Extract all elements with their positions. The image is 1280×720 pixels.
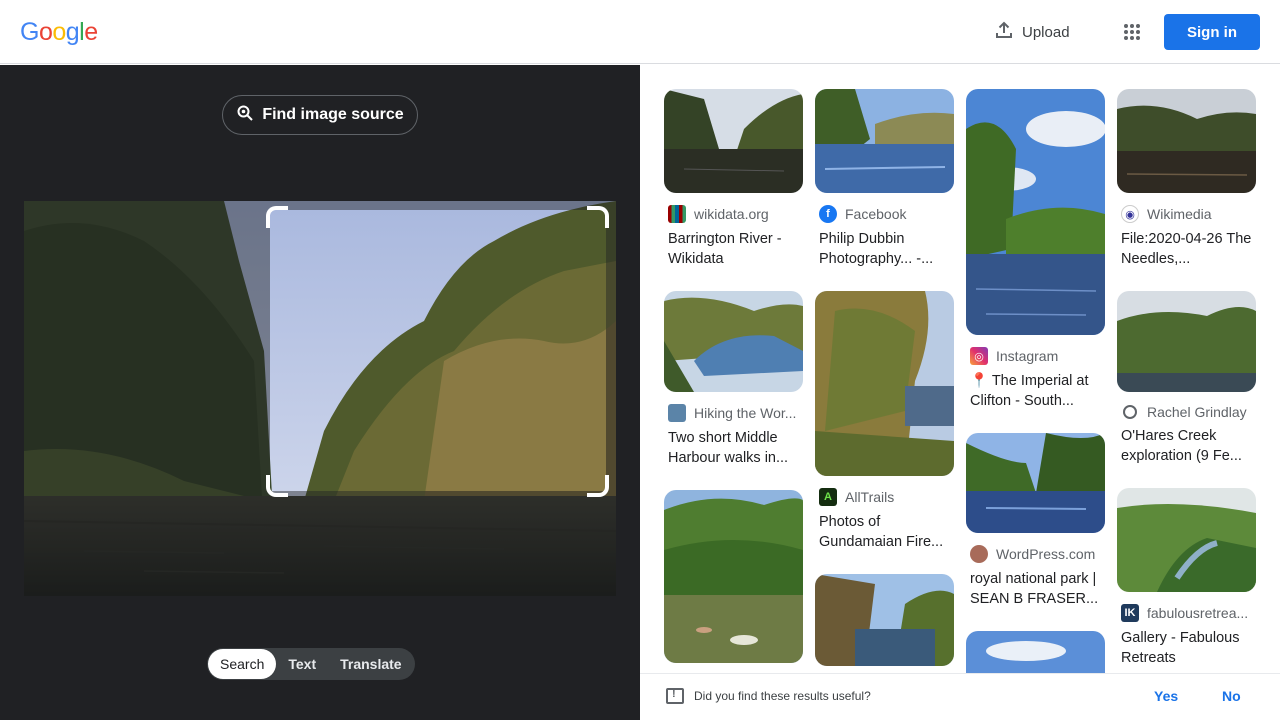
result-title: Barrington River - Wikidata	[668, 231, 782, 267]
result-title: Two short Middle Harbour walks in...	[668, 430, 789, 466]
feedback-icon	[666, 688, 684, 704]
result-thumbnail	[1117, 89, 1256, 193]
result-thumbnail	[966, 433, 1105, 533]
result-card[interactable]: ◉ Wikimedia File:2020-04-26 The Needles,…	[1117, 89, 1256, 269]
top-bar: Google Upload Sign in	[0, 0, 1280, 64]
tab-translate[interactable]: Translate	[328, 649, 413, 679]
result-source-label: Wikimedia	[1147, 206, 1212, 222]
crop-handle-top-right[interactable]	[587, 206, 609, 228]
feedback-question: Did you find these results useful?	[694, 689, 871, 703]
result-source-label: Instagram	[996, 348, 1059, 364]
lens-mode-tabs: Search Text Translate	[207, 648, 415, 680]
result-title: royal national park | SEAN B FRASER...	[970, 571, 1099, 607]
tab-text[interactable]: Text	[276, 649, 328, 679]
results-column-4: ◉ Wikimedia File:2020-04-26 The Needles,…	[1117, 89, 1256, 673]
result-source: f Facebook	[815, 205, 954, 223]
result-title: Philip Dubbin Photography... -...	[819, 231, 934, 267]
crop-handle-bottom-right[interactable]	[587, 475, 609, 497]
globe-icon	[1123, 405, 1137, 419]
result-card[interactable]: wikidata.org Barrington River - Wikidata	[664, 89, 803, 269]
result-card[interactable]	[664, 490, 803, 663]
feedback-yes-button[interactable]: Yes	[1154, 688, 1178, 704]
lens-search-icon	[236, 104, 254, 127]
result-thumbnail	[966, 631, 1105, 673]
logo-letter: G	[20, 18, 39, 46]
result-source: ◎ Instagram	[966, 347, 1105, 365]
result-source: Rachel Grindlay	[1117, 404, 1256, 420]
google-logo[interactable]: Google	[20, 18, 98, 46]
crop-handle-top-left[interactable]	[266, 206, 288, 228]
result-source: Hiking the Wor...	[664, 404, 803, 422]
result-source: IK fabulousretrea...	[1117, 604, 1256, 622]
result-title: Photos of Gundamaian Fire...	[819, 514, 944, 550]
result-card[interactable]	[815, 574, 954, 666]
result-source-label: fabulousretrea...	[1147, 605, 1249, 621]
wikidata-icon	[668, 205, 686, 223]
sign-in-button[interactable]: Sign in	[1164, 14, 1260, 50]
result-title: Gallery - Fabulous Retreats	[1121, 630, 1240, 666]
result-card[interactable]: IK fabulousretrea... Gallery - Fabulous …	[1117, 488, 1256, 668]
result-title: File:2020-04-26 The Needles,...	[1121, 231, 1252, 267]
result-card[interactable]: WordPress.com royal national park | SEAN…	[966, 433, 1105, 609]
fabulous-retreats-icon: IK	[1121, 604, 1139, 622]
upload-label: Upload	[1022, 23, 1070, 41]
logo-letter: e	[84, 18, 98, 46]
upload-button[interactable]: Upload	[984, 14, 1080, 50]
selection-area[interactable]	[270, 210, 606, 491]
results-column-2: f Facebook Philip Dubbin Photography... …	[815, 89, 954, 673]
upload-icon	[994, 20, 1014, 44]
find-image-source-button[interactable]: Find image source	[222, 95, 418, 135]
result-thumbnail	[815, 574, 954, 666]
hiking-site-icon	[668, 404, 686, 422]
result-source-label: wikidata.org	[694, 206, 769, 222]
visual-matches-grid: wikidata.org Barrington River - Wikidata…	[640, 65, 1280, 673]
crop-handle-bottom-left[interactable]	[266, 475, 288, 497]
result-thumbnail	[815, 89, 954, 193]
result-thumbnail	[815, 291, 954, 476]
lens-image-panel: Find image source Search Text Translate	[0, 65, 640, 720]
result-card[interactable]: f Facebook Philip Dubbin Photography... …	[815, 89, 954, 269]
logo-letter: o	[38, 18, 53, 46]
alltrails-icon: A	[819, 488, 837, 506]
results-column-3: ◎ Instagram 📍 The Imperial at Clifton - …	[966, 89, 1105, 673]
result-source-label: Facebook	[845, 206, 907, 222]
result-title: 📍 The Imperial at Clifton - South...	[970, 373, 1089, 409]
wordpress-icon	[970, 545, 988, 563]
tab-search[interactable]: Search	[208, 649, 277, 679]
result-source: WordPress.com	[966, 545, 1105, 563]
facebook-icon: f	[819, 205, 837, 223]
result-thumbnail	[1117, 488, 1256, 592]
logo-letter: g	[65, 18, 80, 46]
result-thumbnail	[664, 490, 803, 663]
result-source-label: WordPress.com	[996, 546, 1096, 562]
result-card[interactable]: Hiking the Wor... Two short Middle Harbo…	[664, 291, 803, 468]
result-thumbnail	[664, 89, 803, 193]
result-thumbnail	[1117, 291, 1256, 392]
result-thumbnail	[664, 291, 803, 392]
result-source-label: Hiking the Wor...	[694, 405, 797, 421]
logo-letter: o	[52, 18, 66, 46]
result-title: O'Hares Creek exploration (9 Fe...	[1121, 428, 1242, 464]
feedback-no-button[interactable]: No	[1222, 688, 1241, 704]
result-source: A AllTrails	[815, 488, 954, 506]
result-card[interactable]: ◎ Instagram 📍 The Imperial at Clifton - …	[966, 89, 1105, 411]
result-card[interactable]: Rachel Grindlay O'Hares Creek exploratio…	[1117, 291, 1256, 466]
find-image-source-label: Find image source	[262, 106, 404, 123]
result-card[interactable]: A AllTrails Photos of Gundamaian Fire...	[815, 291, 954, 552]
result-thumbnail	[966, 89, 1105, 335]
result-source: wikidata.org	[664, 205, 803, 223]
result-source: ◉ Wikimedia	[1117, 205, 1256, 223]
result-source-label: AllTrails	[845, 489, 895, 505]
results-column-1: wikidata.org Barrington River - Wikidata…	[664, 89, 803, 673]
apps-grid-icon[interactable]	[1116, 16, 1148, 48]
feedback-bar: Did you find these results useful? Yes N…	[640, 673, 1280, 720]
instagram-icon: ◎	[970, 347, 988, 365]
result-source-label: Rachel Grindlay	[1147, 404, 1247, 420]
result-card[interactable]	[966, 631, 1105, 673]
uploaded-image	[24, 201, 616, 596]
wikimedia-icon: ◉	[1121, 205, 1139, 223]
